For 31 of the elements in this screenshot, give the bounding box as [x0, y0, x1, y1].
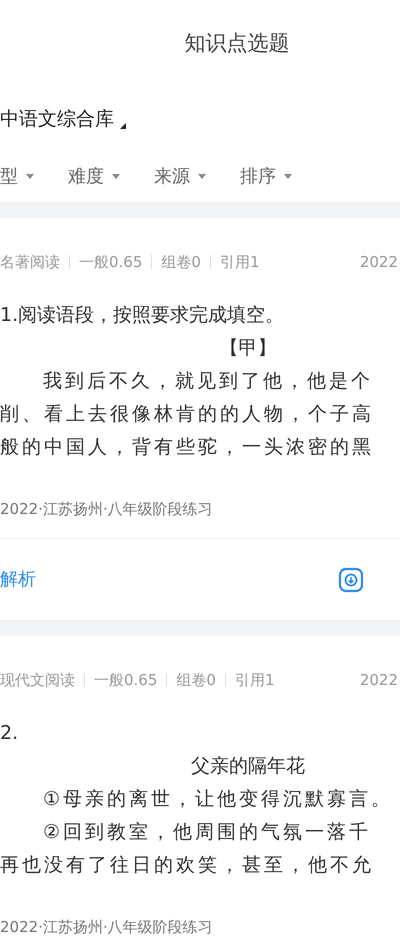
passage-line: 我到后不久，就见到了他，他是个: [42, 369, 374, 394]
question-tag: 组卷0: [151, 255, 210, 269]
passage-line: 再也没有了往日的欢笑，甚至，他不允: [0, 853, 375, 878]
question-stem: 2.: [0, 721, 20, 746]
question-tag: 一般0.65: [69, 255, 152, 269]
filter-dropdown[interactable]: 难度: [68, 162, 120, 190]
library-selector[interactable]: 中语文综合库: [0, 104, 114, 134]
passage-line: 般的中国人，背有些驼，一头浓密的黑: [0, 435, 375, 460]
question-date: 2022: [360, 252, 398, 273]
passage-heading: 【甲】: [218, 336, 278, 361]
passage-line: ②回到教室，他周围的气氛一落千: [42, 820, 372, 845]
question-stem: 1.阅读语段，按照要求完成填空。: [0, 303, 286, 328]
question-tag: 引用1: [210, 255, 268, 269]
filter-dropdown[interactable]: 型: [0, 162, 34, 190]
passage-line: 削、看上去很像林肯的的人物，个子高: [0, 402, 375, 427]
question-tag: 组卷0: [166, 673, 225, 687]
question-tag: 现代文阅读: [0, 673, 84, 687]
caret-icon: [120, 123, 126, 129]
analysis-link[interactable]: 解析: [0, 566, 36, 593]
question-date: 2022: [360, 670, 398, 691]
passage-line: ①母亲的离世，让他变得沉默寡言。: [42, 787, 394, 812]
question-tag: 引用1: [224, 673, 284, 687]
question-source: 2022·江苏扬州·八年级阶段练习: [0, 499, 214, 520]
filter-dropdown[interactable]: 排序: [240, 162, 292, 190]
question-tag: 一般0.65: [84, 673, 166, 687]
question-source: 2022·江苏扬州·八年级阶段练习: [0, 917, 214, 938]
filter-dropdown[interactable]: 来源: [154, 162, 206, 190]
download-icon[interactable]: [338, 566, 364, 592]
passage-heading: 父亲的隔年花: [190, 754, 306, 779]
page-title: 知识点选题: [184, 30, 290, 58]
question-tag: 名著阅读: [0, 255, 69, 269]
